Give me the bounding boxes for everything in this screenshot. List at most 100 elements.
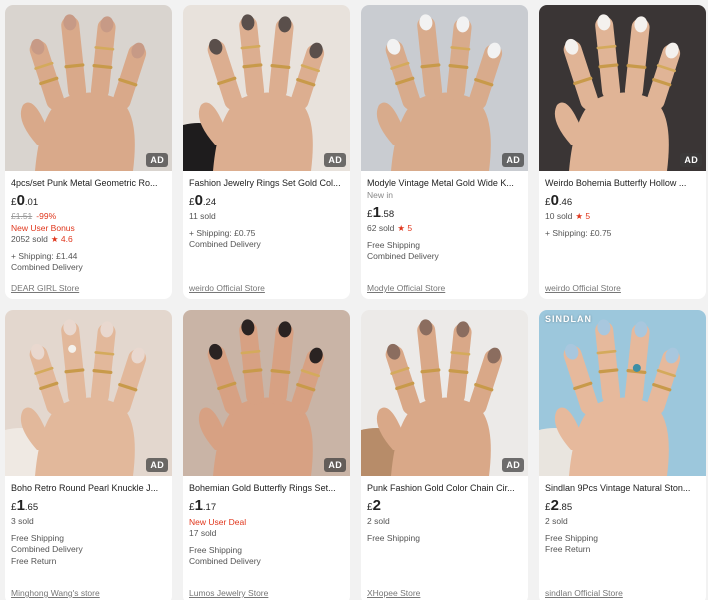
product-info: Sindlan 9Pcs Vintage Natural Ston... £2.8…: [539, 476, 706, 600]
sold-count: 17 sold: [189, 528, 217, 538]
brand-watermark: SINDLAN: [545, 314, 592, 324]
price-integer: 2: [372, 497, 381, 514]
sold-row: 17 sold: [189, 528, 344, 540]
product-image[interactable]: AD: [5, 5, 172, 171]
shipping-info: + Shipping: £0.75: [545, 227, 612, 238]
ad-badge: AD: [324, 153, 346, 167]
product-image[interactable]: AD: [361, 310, 528, 476]
product-info: Fashion Jewelry Rings Set Gold Col... £0.…: [183, 171, 350, 299]
product-title[interactable]: Modyle Vintage Metal Gold Wide K...: [367, 177, 522, 189]
product-card[interactable]: AD Fashion Jewelry Rings Set Gold Col... £…: [183, 5, 350, 299]
shipping-info: Free Shipping: [367, 239, 420, 250]
product-grid: AD 4pcs/set Punk Metal Geometric Ro... £0.…: [0, 0, 708, 600]
product-card[interactable]: AD Bohemian Gold Butterfly Rings Set... £1…: [183, 310, 350, 600]
ad-badge: AD: [324, 458, 346, 472]
product-info: Bohemian Gold Butterfly Rings Set... £1.1…: [183, 476, 350, 600]
sold-count: 62 sold: [367, 223, 395, 233]
shipping-info: Free Shipping: [11, 532, 64, 543]
original-price: £1.51: [11, 211, 33, 221]
store-link[interactable]: weirdo Official Store: [189, 283, 265, 293]
sold-row: 62 sold ★ 5: [367, 223, 522, 235]
new-in-tag: New in: [367, 190, 393, 200]
product-title[interactable]: Boho Retro Round Pearl Knuckle J...: [11, 482, 166, 494]
product-info: Modyle Vintage Metal Gold Wide K... New i…: [361, 171, 528, 299]
product-info: Weirdo Bohemia Butterfly Hollow ... £0.46…: [539, 171, 706, 299]
combined-delivery: Combined Delivery: [367, 251, 439, 261]
product-card[interactable]: AD Weirdo Bohemia Butterfly Hollow ... £0.…: [539, 5, 706, 299]
product-price: £1.17: [189, 498, 344, 516]
product-image[interactable]: AD: [539, 5, 706, 171]
product-card[interactable]: AD Boho Retro Round Pearl Knuckle J... £1.…: [5, 310, 172, 600]
store-link[interactable]: XHopee Store: [367, 588, 420, 598]
product-image[interactable]: AD: [183, 310, 350, 476]
product-image[interactable]: SINDLAN: [539, 310, 706, 476]
sold-count: 2052 sold: [11, 234, 48, 244]
sold-row: 11 sold: [189, 211, 344, 223]
product-card[interactable]: AD 4pcs/set Punk Metal Geometric Ro... £0.…: [5, 5, 172, 299]
store-link[interactable]: Lumos Jewelry Store: [189, 588, 268, 598]
shipping-info: + Shipping: £1.44: [11, 250, 78, 261]
product-info: Punk Fashion Gold Color Chain Cir... £2 2 …: [361, 476, 528, 600]
sold-count: 10 sold: [545, 211, 573, 221]
sold-row: 2 sold: [545, 516, 700, 528]
ad-badge: AD: [146, 153, 168, 167]
shipping-info: Free Shipping: [545, 532, 598, 543]
price-decimal: .65: [24, 502, 39, 513]
product-info: Boho Retro Round Pearl Knuckle J... £1.65…: [5, 476, 172, 600]
rating: ★ 5: [397, 223, 413, 233]
product-info: 4pcs/set Punk Metal Geometric Ro... £0.01…: [5, 171, 172, 299]
product-title[interactable]: Bohemian Gold Butterfly Rings Set...: [189, 482, 344, 494]
ad-badge: AD: [502, 458, 524, 472]
promo-label: New User Bonus: [11, 223, 75, 233]
price-decimal: .46: [558, 197, 573, 208]
product-title[interactable]: Weirdo Bohemia Butterfly Hollow ...: [545, 177, 700, 189]
product-title[interactable]: Fashion Jewelry Rings Set Gold Col...: [189, 177, 344, 189]
store-link[interactable]: Minghong Wang's store: [11, 588, 100, 598]
promo-label: New User Deal: [189, 517, 247, 527]
product-price: £2.85: [545, 498, 700, 516]
combined-delivery: Combined Delivery: [189, 239, 261, 249]
product-title[interactable]: Punk Fashion Gold Color Chain Cir...: [367, 482, 522, 494]
sold-count: 2 sold: [367, 516, 390, 526]
sold-row: 10 sold ★ 5: [545, 211, 700, 223]
product-price: £0.46: [545, 193, 700, 211]
price-integer: 1: [372, 204, 381, 221]
product-price: £1.65: [11, 498, 166, 516]
rating: ★ 4.6: [50, 234, 73, 244]
price-decimal: .24: [202, 197, 217, 208]
product-title[interactable]: Sindlan 9Pcs Vintage Natural Ston...: [545, 482, 700, 494]
product-card[interactable]: SINDLAN Sindlan 9Pcs Vintage Natural Ston…: [539, 310, 706, 600]
price-decimal: .01: [24, 197, 39, 208]
store-link[interactable]: DEAR GIRL Store: [11, 283, 79, 293]
shipping-info: Free Shipping: [189, 544, 242, 555]
sold-row: 2 sold: [367, 516, 522, 528]
shipping-info: + Shipping: £0.75: [189, 227, 256, 238]
rating: ★ 5: [575, 211, 591, 221]
product-card[interactable]: AD Modyle Vintage Metal Gold Wide K... New…: [361, 5, 528, 299]
ad-badge: AD: [502, 153, 524, 167]
store-link[interactable]: Modyle Official Store: [367, 283, 445, 293]
sold-row: 2052 sold ★ 4.6: [11, 234, 166, 246]
product-image[interactable]: AD: [5, 310, 172, 476]
sold-count: 3 sold: [11, 516, 34, 526]
combined-delivery: Combined Delivery: [11, 262, 83, 272]
original-price-row: £1.51 -99%: [11, 211, 166, 222]
price-integer: 2: [550, 497, 559, 514]
price-integer: 1: [194, 497, 203, 514]
product-price: £0.24: [189, 193, 344, 211]
combined-delivery: Combined Delivery: [189, 556, 261, 566]
price-integer: 1: [16, 497, 25, 514]
store-link[interactable]: sindlan Official Store: [545, 588, 623, 598]
discount-percent: -99%: [36, 211, 57, 221]
product-price: £2: [367, 498, 522, 516]
product-title[interactable]: 4pcs/set Punk Metal Geometric Ro...: [11, 177, 166, 189]
product-card[interactable]: AD Punk Fashion Gold Color Chain Cir... £2…: [361, 310, 528, 600]
product-image[interactable]: AD: [361, 5, 528, 171]
product-image[interactable]: AD: [183, 5, 350, 171]
product-price: £1.58: [367, 205, 522, 223]
price-integer: 0: [194, 192, 203, 209]
ad-badge: AD: [146, 458, 168, 472]
store-link[interactable]: weirdo Official Store: [545, 283, 621, 293]
price-integer: 0: [550, 192, 559, 209]
price-integer: 0: [16, 192, 25, 209]
